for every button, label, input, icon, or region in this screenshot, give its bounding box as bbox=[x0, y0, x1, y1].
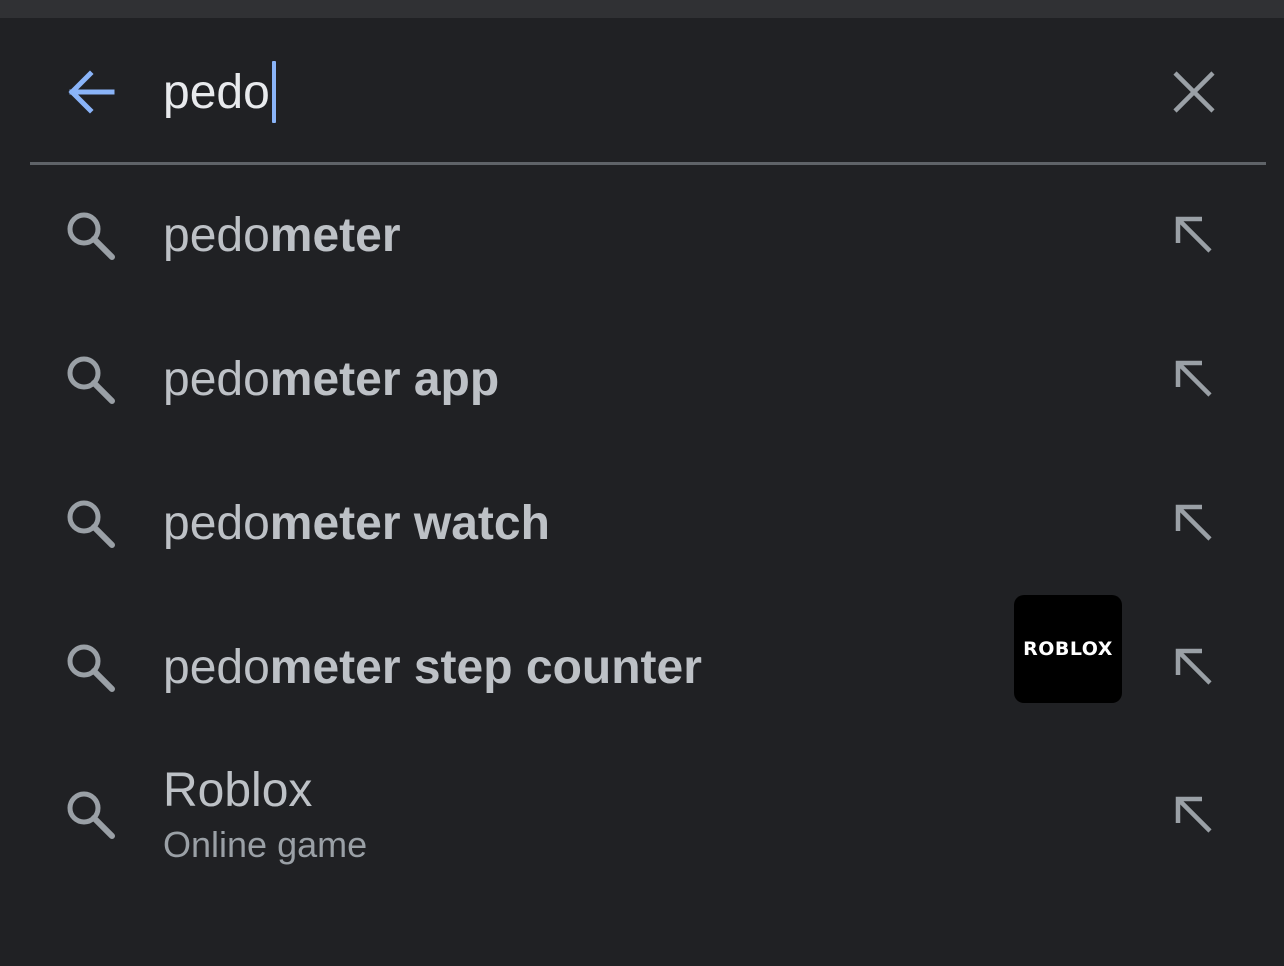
search-icon bbox=[58, 210, 122, 260]
search-icon bbox=[58, 789, 122, 839]
search-icon bbox=[58, 354, 122, 404]
suggestion-text: pedo meter step counter bbox=[163, 635, 702, 699]
suggestion-text: pedo meter bbox=[163, 203, 401, 267]
arrow-up-left-icon bbox=[1175, 648, 1212, 685]
roblox-app-icon[interactable]: ROBLOX bbox=[1014, 595, 1122, 703]
suggestion-completion-part: meter watch bbox=[269, 496, 550, 550]
suggestion-text: pedo meter app bbox=[163, 347, 499, 411]
suggestion-typed-part: pedo bbox=[163, 208, 270, 262]
fill-query-button[interactable] bbox=[1164, 493, 1224, 553]
app-suggestion-item[interactable]: Roblox Online game bbox=[0, 741, 1284, 891]
fill-query-button[interactable] bbox=[1164, 785, 1224, 845]
suggestion-typed-part: pedo bbox=[163, 640, 270, 694]
arrow-up-left-icon bbox=[1175, 796, 1212, 833]
suggestion-item[interactable]: pedo meter app bbox=[0, 309, 1284, 449]
fill-query-button[interactable] bbox=[1164, 349, 1224, 409]
suggestion-item[interactable]: pedo meter bbox=[0, 165, 1284, 305]
suggestion-completion-part: meter app bbox=[269, 352, 500, 406]
app-suggestion-title: Roblox bbox=[163, 764, 313, 817]
status-strip bbox=[0, 0, 1284, 18]
app-suggestion-subtitle: Online game bbox=[163, 824, 368, 865]
text-cursor bbox=[271, 61, 276, 123]
fill-query-button[interactable] bbox=[1164, 205, 1224, 265]
suggestion-typed-part: pedo bbox=[163, 496, 270, 550]
search-icon bbox=[58, 642, 122, 692]
arrow-up-left-icon bbox=[1175, 504, 1212, 541]
close-icon bbox=[1173, 71, 1215, 113]
suggestion-completion-part: meter bbox=[269, 208, 401, 262]
arrow-up-left-icon bbox=[1175, 360, 1212, 397]
search-icon bbox=[58, 498, 122, 548]
suggestion-text: pedo meter watch bbox=[163, 491, 550, 555]
search-bar: pedo bbox=[0, 18, 1284, 164]
search-query-text: pedo bbox=[163, 65, 270, 119]
suggestion-typed-part: pedo bbox=[163, 352, 270, 406]
arrow-left-icon bbox=[68, 70, 115, 114]
search-input[interactable]: pedo bbox=[163, 61, 276, 123]
fill-query-button[interactable] bbox=[1164, 637, 1224, 697]
roblox-logo-text: ROBLOX bbox=[1023, 638, 1113, 660]
suggestion-item[interactable]: pedo meter watch bbox=[0, 453, 1284, 593]
suggestion-completion-part: meter step counter bbox=[269, 640, 702, 694]
back-button[interactable] bbox=[58, 62, 122, 122]
clear-button[interactable] bbox=[1162, 60, 1226, 124]
arrow-up-left-icon bbox=[1175, 216, 1212, 253]
